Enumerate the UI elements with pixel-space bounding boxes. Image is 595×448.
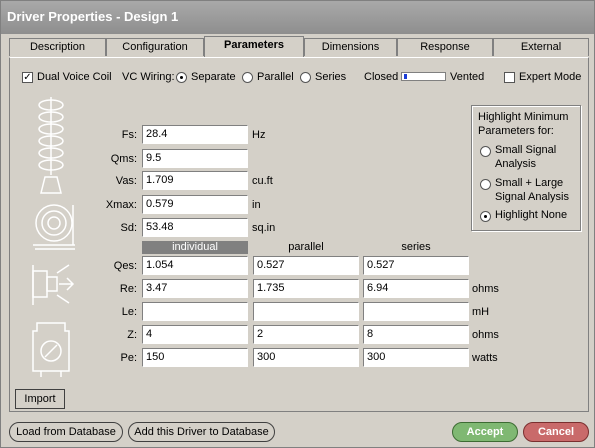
- wiring-separate-label: Separate: [191, 71, 236, 83]
- wiring-series-label: Series: [315, 71, 347, 83]
- z-parallel-input[interactable]: 2: [253, 325, 359, 344]
- z-series-input[interactable]: 8: [363, 325, 469, 344]
- fs-unit: Hz: [252, 129, 266, 141]
- qes-series-input[interactable]: 0.527: [363, 256, 469, 275]
- dual-voice-coil-checkbox[interactable]: ✓: [22, 72, 33, 83]
- highlight-title-line2: Parameters for:: [478, 125, 554, 137]
- window-title: Driver Properties - Design 1: [7, 9, 179, 24]
- tab-parameters[interactable]: Parameters: [204, 36, 304, 57]
- column-header-series: series: [401, 241, 431, 253]
- le-unit: mH: [472, 306, 490, 318]
- cancel-button[interactable]: Cancel: [523, 422, 589, 442]
- load-from-database-button[interactable]: Load from Database: [9, 422, 123, 442]
- vented-label: Vented: [450, 71, 485, 83]
- z-unit: ohms: [472, 329, 499, 341]
- re-individual-input[interactable]: 3.47: [142, 279, 248, 298]
- column-header-parallel: parallel: [288, 241, 324, 253]
- small-large-label-line1: Small + Large: [495, 177, 564, 189]
- meter-icon: [32, 322, 70, 377]
- tab-description[interactable]: Description: [9, 38, 106, 56]
- z-label: Z:: [127, 329, 137, 341]
- pe-unit: watts: [472, 352, 498, 364]
- highlight-none-radio[interactable]: [480, 211, 491, 222]
- vas-label: Vas:: [115, 175, 137, 187]
- fs-input[interactable]: 28.4: [142, 125, 248, 144]
- z-individual-input[interactable]: 4: [142, 325, 248, 344]
- tab-external[interactable]: External: [493, 38, 589, 56]
- pe-parallel-input[interactable]: 300: [253, 348, 359, 367]
- vas-input[interactable]: 1.709: [142, 171, 248, 190]
- qes-parallel-input[interactable]: 0.527: [253, 256, 359, 275]
- accept-button[interactable]: Accept: [452, 422, 518, 442]
- highlight-title-line1: Highlight Minimum: [478, 111, 569, 123]
- pe-label: Pe:: [120, 352, 137, 364]
- small-large-signal-radio[interactable]: [480, 179, 491, 190]
- re-unit: ohms: [472, 283, 499, 295]
- small-signal-label-line2: Analysis: [495, 158, 536, 170]
- small-signal-label-line1: Small Signal: [495, 144, 557, 156]
- qms-label: Qms:: [110, 153, 137, 165]
- slider-thumb[interactable]: [404, 74, 407, 79]
- small-large-label-line2: Signal Analysis: [495, 191, 569, 203]
- closed-label: Closed: [364, 71, 399, 83]
- vc-wiring-label: VC Wiring:: [122, 71, 175, 83]
- fs-label: Fs:: [121, 129, 137, 141]
- qes-individual-input[interactable]: 1.054: [142, 256, 248, 275]
- sd-input[interactable]: 53.48: [142, 218, 248, 237]
- vas-unit: cu.ft: [252, 175, 273, 187]
- le-parallel-input[interactable]: [253, 302, 359, 321]
- xmax-unit: in: [252, 199, 261, 211]
- import-button[interactable]: Import: [15, 389, 65, 409]
- le-individual-input[interactable]: [142, 302, 248, 321]
- re-series-input[interactable]: 6.94: [363, 279, 469, 298]
- le-label: Le:: [121, 306, 137, 318]
- excursion-icon: [32, 264, 75, 305]
- wiring-separate-radio[interactable]: [176, 72, 187, 83]
- re-label: Re:: [119, 283, 137, 295]
- xmax-input[interactable]: 0.579: [142, 195, 248, 214]
- xmax-label: Xmax:: [105, 199, 137, 211]
- pe-series-input[interactable]: 300: [363, 348, 469, 367]
- le-series-input[interactable]: [363, 302, 469, 321]
- driver-properties-window: Driver Properties - Design 1 Description…: [0, 0, 595, 448]
- tab-response[interactable]: Response: [397, 38, 493, 56]
- tab-configuration[interactable]: Configuration: [106, 38, 204, 56]
- small-signal-radio[interactable]: [480, 146, 491, 157]
- expert-mode-label: Expert Mode: [519, 71, 582, 83]
- title-bar[interactable]: Driver Properties - Design 1: [1, 1, 594, 34]
- dual-voice-coil-label: Dual Voice Coil: [37, 71, 112, 83]
- wiring-parallel-radio[interactable]: [242, 72, 253, 83]
- qms-input[interactable]: 9.5: [142, 149, 248, 168]
- sd-unit: sq.in: [252, 222, 276, 234]
- add-driver-to-database-button[interactable]: Add this Driver to Database: [128, 422, 275, 442]
- enclosure-slider[interactable]: [401, 72, 446, 81]
- wiring-parallel-label: Parallel: [257, 71, 294, 83]
- voice-coil-icon: [38, 97, 64, 194]
- highlight-none-label: Highlight None: [495, 209, 568, 221]
- sd-label: Sd:: [120, 222, 137, 234]
- wiring-series-radio[interactable]: [300, 72, 311, 83]
- expert-mode-checkbox[interactable]: [504, 72, 515, 83]
- cone-area-icon: [33, 204, 75, 250]
- re-parallel-input[interactable]: 1.735: [253, 279, 359, 298]
- qes-label: Qes:: [113, 260, 137, 272]
- pe-individual-input[interactable]: 150: [142, 348, 248, 367]
- tab-strip: Description Configuration Parameters Dim…: [9, 36, 589, 58]
- tab-dimensions[interactable]: Dimensions: [304, 38, 397, 56]
- column-header-individual: individual: [142, 241, 248, 254]
